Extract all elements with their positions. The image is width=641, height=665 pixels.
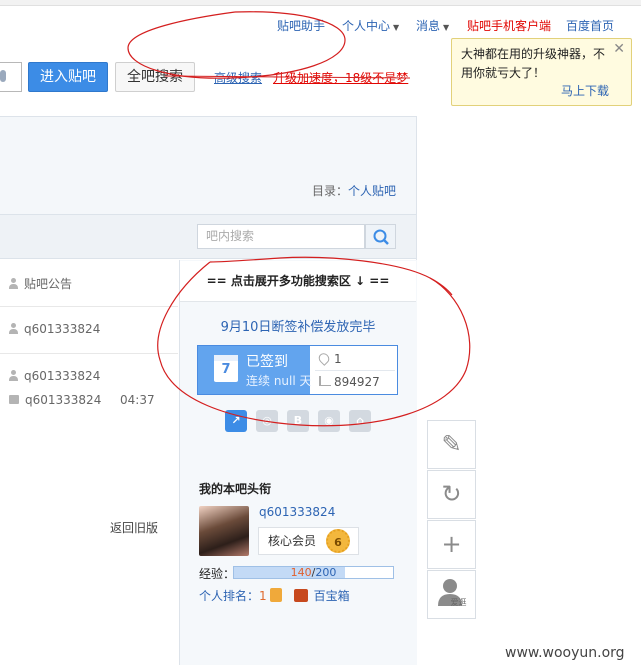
add-button[interactable]: + <box>427 520 476 569</box>
experience-label: 经验： <box>199 567 236 581</box>
advanced-search-link[interactable]: 高级搜索 <box>214 69 262 86</box>
sign-notice[interactable]: 9月10日断签补偿发放完毕 <box>180 316 416 335</box>
sign-count-value: 894927 <box>334 375 380 389</box>
sign-stats: 1 894927 <box>311 346 397 394</box>
divider <box>0 353 178 354</box>
plus-icon: + <box>441 530 462 558</box>
baidu-home-link[interactable]: 百度首页 <box>566 17 614 35</box>
author-name: q601333824 <box>24 322 101 336</box>
signed-label: 已签到 <box>246 354 288 370</box>
treasure-chest-icon[interactable] <box>293 589 308 602</box>
download-now-link[interactable]: 马上下载 <box>561 82 609 99</box>
avatar[interactable] <box>199 506 249 556</box>
reply-time: 04:37 <box>120 393 155 407</box>
forum-header <box>0 117 416 214</box>
close-icon[interactable]: ✕ <box>613 41 625 57</box>
refresh-icon: ↻ <box>441 480 462 508</box>
inbar-search-input[interactable]: 吧内搜索 <box>197 224 365 249</box>
author-name: q601333824 <box>24 369 101 383</box>
location-icon <box>316 351 332 366</box>
record-tool-icon[interactable]: ◉ <box>318 410 340 432</box>
experience-text: 140/200 <box>290 566 337 579</box>
all-tieba-search-button[interactable]: 全吧搜索 <box>115 62 195 92</box>
mobile-client-link[interactable]: 贴吧手机客户端 <box>467 17 551 35</box>
personal-rank: 个人排名：1 百宝箱 <box>199 587 350 604</box>
medal-icon[interactable] <box>269 588 282 602</box>
enter-tieba-button[interactable]: 进入贴吧 <box>28 62 108 92</box>
user-icon <box>9 370 18 381</box>
announcement-label: 贴吧公告 <box>24 277 73 291</box>
sign-rank: 1 <box>316 351 342 366</box>
thread-author[interactable]: q601333824 <box>9 322 100 336</box>
messages-link[interactable]: 消息 ▼ <box>416 17 449 35</box>
target-tool-icon[interactable]: ◎ <box>256 410 278 432</box>
user-button[interactable]: 爱逛 <box>427 570 476 619</box>
thread-author[interactable]: q601333824 <box>9 369 100 383</box>
inbar-search-button[interactable] <box>365 224 396 249</box>
comment-icon <box>9 395 19 404</box>
promo-link[interactable]: 升级加速度，18级不是梦 <box>273 69 408 86</box>
calendar-icon: 7 <box>214 355 238 382</box>
announcement-row[interactable]: 贴吧公告 <box>9 275 72 292</box>
browser-top-strip <box>0 0 641 6</box>
last-reply-author[interactable]: q601333824 <box>9 393 101 407</box>
watermark: www.wooyun.org <box>505 645 625 661</box>
personal-center-link[interactable]: 个人中心 ▼ <box>342 17 399 35</box>
refresh-button[interactable]: ↻ <box>427 470 476 519</box>
experience-current: 140 <box>290 566 312 579</box>
personal-center-label: 个人中心 <box>342 19 391 33</box>
streak-label: 连续 null 天 <box>246 374 312 388</box>
directory-link[interactable]: 个人贴吧 <box>348 184 396 198</box>
divider <box>315 370 395 371</box>
tieba-helper-link[interactable]: 贴吧助手 <box>277 17 325 35</box>
experience-max: 200 <box>315 566 337 579</box>
sign-in-widget[interactable]: 7 已签到 连续 null 天 1 894927 <box>197 345 398 395</box>
user-button-label: 爱逛 <box>450 598 467 607</box>
experience-bar: 140/200 <box>233 566 394 579</box>
treasure-box-link[interactable]: 百宝箱 <box>314 589 350 603</box>
chevron-down-icon: ▼ <box>443 23 450 32</box>
user-icon <box>9 278 18 289</box>
microphone-icon[interactable] <box>0 70 6 82</box>
edit-icon: ✎ <box>441 430 462 458</box>
author-name: q601333824 <box>25 393 102 407</box>
chevron-down-icon: ▼ <box>393 23 400 32</box>
user-icon <box>9 323 18 334</box>
my-title-heading: 我的本吧头衔 <box>199 482 272 496</box>
directory-breadcrumb: 目录：个人贴吧 <box>312 182 396 199</box>
share-tool-icon[interactable]: ↗ <box>225 410 247 432</box>
divider <box>0 306 178 307</box>
blog-tool-icon[interactable]: B <box>287 410 309 432</box>
sign-rank-value: 1 <box>334 352 342 366</box>
username-link[interactable]: q601333824 <box>259 505 335 519</box>
bar-chart-icon <box>319 376 331 386</box>
rank-label: 个人排名： <box>199 589 260 603</box>
sign-status: 7 已签到 连续 null 天 <box>198 346 312 394</box>
tooltip-text: 大神都在用的升级神器，不用你就亏大了！ <box>461 47 606 80</box>
expand-search-toggle[interactable]: == 点击展开多功能搜索区 ↓ == <box>180 261 416 302</box>
home-tool-icon[interactable]: ⌂ <box>349 410 371 432</box>
return-old-version-link[interactable]: 返回旧版 <box>110 519 158 536</box>
level-badge-icon: 6 <box>326 529 350 553</box>
upgrade-tooltip: 大神都在用的升级神器，不用你就亏大了！ ✕ 马上下载 <box>451 38 632 106</box>
directory-label: 目录： <box>312 184 349 198</box>
rank-value: 1 <box>259 589 267 603</box>
search-icon <box>373 229 389 245</box>
sign-count: 894927 <box>319 375 380 389</box>
messages-label: 消息 <box>416 19 441 33</box>
user-icon <box>438 579 462 606</box>
post-button[interactable]: ✎ <box>427 420 476 469</box>
